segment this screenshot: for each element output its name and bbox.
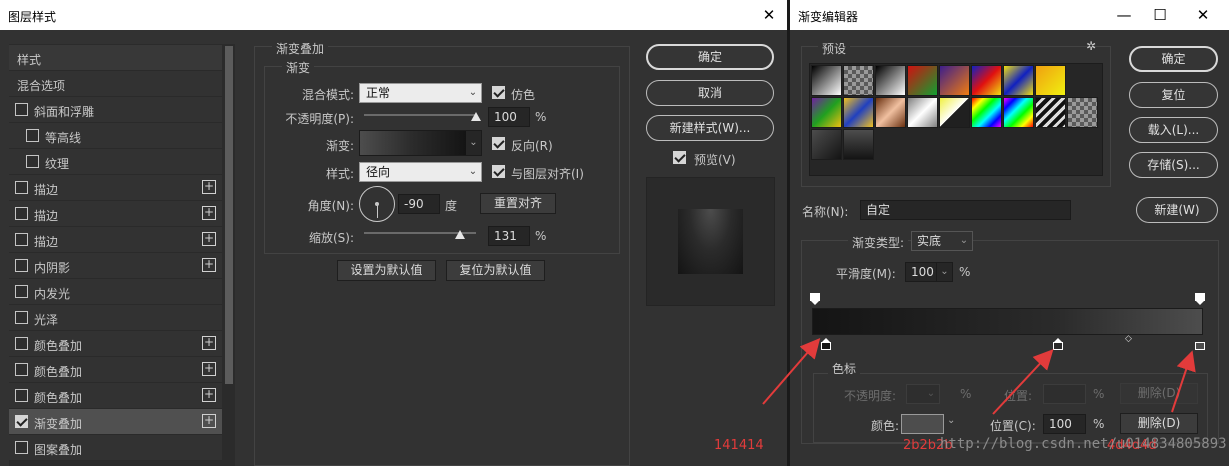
arrow-to-middle-stop xyxy=(992,349,1054,415)
arrow-to-left-stop xyxy=(762,337,821,405)
annotation-arrows xyxy=(762,337,1196,415)
arrow-to-right-stop xyxy=(1171,350,1196,413)
